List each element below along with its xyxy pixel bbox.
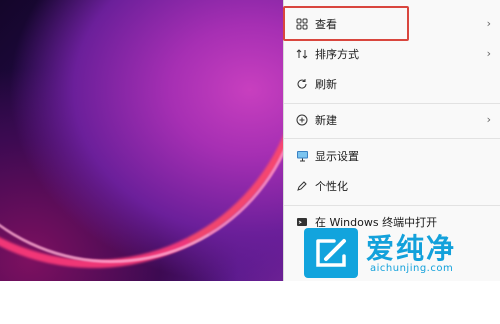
sort-icon — [294, 46, 310, 62]
menu-item-label: 刷新 — [315, 78, 337, 91]
personalize-pen-icon — [294, 178, 310, 194]
menu-item-refresh[interactable]: 刷新 — [284, 69, 500, 99]
menu-item-label: 排序方式 — [315, 48, 359, 61]
menu-item-label: 个性化 — [315, 180, 348, 193]
menu-separator — [284, 103, 500, 104]
menu-separator — [284, 205, 500, 206]
menu-item-label: 新建 — [315, 114, 337, 127]
new-plus-icon — [294, 112, 310, 128]
watermark: 爱纯净 aichunjing.com — [300, 224, 500, 281]
watermark-url: aichunjing.com — [370, 263, 454, 274]
menu-item-new[interactable]: 新建 › — [284, 105, 500, 135]
chevron-right-icon: › — [486, 47, 491, 60]
menu-separator — [284, 138, 500, 139]
chevron-right-icon: › — [486, 113, 491, 126]
refresh-icon — [294, 76, 310, 92]
menu-item-label: 显示设置 — [315, 150, 359, 163]
menu-item-personalize[interactable]: 个性化 — [284, 171, 500, 201]
chevron-right-icon: › — [486, 17, 491, 30]
watermark-logo — [304, 228, 358, 278]
menu-item-sort[interactable]: 排序方式 › — [284, 39, 500, 69]
highlight-box — [283, 6, 409, 41]
display-settings-icon — [294, 148, 310, 164]
menu-item-display-settings[interactable]: 显示设置 — [284, 141, 500, 171]
watermark-brand-name: 爱纯净 — [366, 232, 457, 265]
